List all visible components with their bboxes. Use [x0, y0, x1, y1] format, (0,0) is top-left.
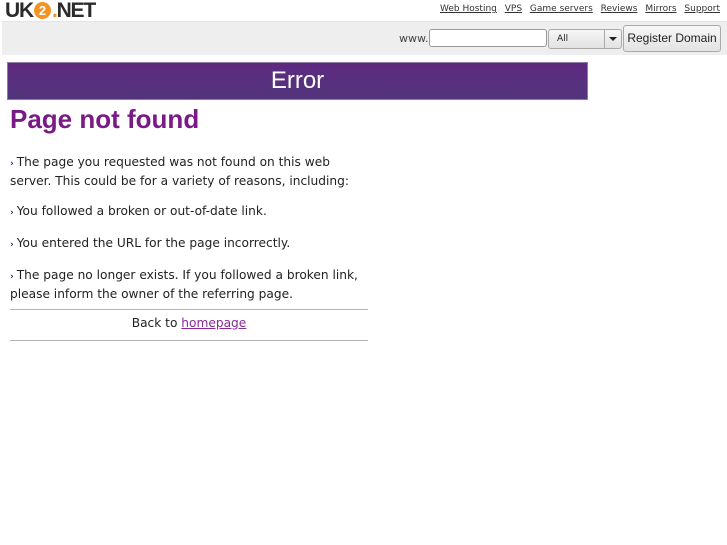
- dropdown-arrow-icon[interactable]: [604, 30, 621, 48]
- reason-paragraph: › The page no longer exists. If you follo…: [10, 267, 368, 303]
- top-nav: Web Hosting VPS Game servers Reviews Mir…: [435, 4, 720, 14]
- bullet-icon: ›: [10, 159, 14, 169]
- divider-top: [10, 309, 368, 310]
- nav-link-mirrors[interactable]: Mirrors: [645, 4, 676, 14]
- www-prefix-label: www.: [399, 32, 429, 45]
- nav-link-web-hosting[interactable]: Web Hosting: [440, 4, 497, 14]
- nav-link-game-servers[interactable]: Game servers: [530, 4, 593, 14]
- bullet-icon: ›: [10, 272, 14, 282]
- paragraph-text: You entered the URL for the page incorre…: [16, 236, 291, 250]
- back-to-homepage: Back to homepage: [10, 316, 368, 330]
- reason-paragraph: › The page you requested was not found on…: [10, 154, 368, 190]
- reason-paragraph: › You followed a broken or out-of-date li…: [10, 203, 368, 222]
- reason-paragraph: › You entered the URL for the page incorr…: [10, 235, 368, 254]
- paragraph-text: The page no longer exists. If you follow…: [10, 268, 358, 301]
- logo-badge: 2: [33, 2, 51, 19]
- nav-link-support[interactable]: Support: [684, 4, 720, 14]
- uk2-logo[interactable]: UK 2 .NET: [5, 0, 97, 22]
- page-title: Page not found: [10, 104, 200, 134]
- domain-input[interactable]: [429, 29, 547, 47]
- top-bar: UK 2 .NET Web Hosting VPS Game servers Rev…: [0, 0, 727, 22]
- error-banner: Error: [7, 62, 588, 100]
- paragraph-text: The page you requested was not found on …: [10, 155, 349, 188]
- tld-selected-value: All: [557, 34, 569, 44]
- logo-prefix: UK: [5, 0, 34, 22]
- logo-suffix: NET: [56, 0, 97, 22]
- back-text: Back to: [131, 316, 178, 330]
- tld-select[interactable]: All: [548, 29, 622, 49]
- error-content: › The page you requested was not found on…: [10, 154, 368, 316]
- domain-search-bar: www. All Register Domain: [2, 21, 727, 55]
- nav-link-reviews[interactable]: Reviews: [601, 4, 638, 14]
- homepage-link[interactable]: homepage: [181, 316, 246, 330]
- bullet-icon: ›: [10, 208, 14, 218]
- bullet-icon: ›: [10, 240, 14, 250]
- nav-link-vps[interactable]: VPS: [505, 4, 522, 14]
- paragraph-text: You followed a broken or out-of-date lin…: [16, 204, 267, 218]
- divider-bottom: [10, 340, 368, 341]
- register-domain-button[interactable]: Register Domain: [623, 25, 721, 52]
